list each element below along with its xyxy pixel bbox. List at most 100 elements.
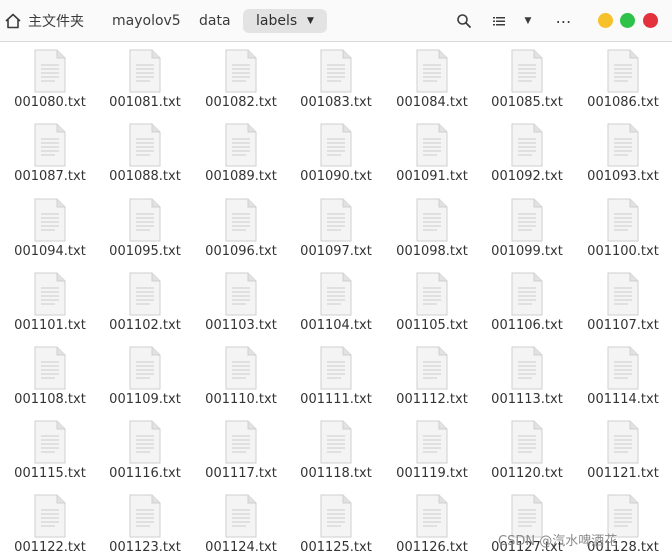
file-item[interactable]: 001109.txt (97, 340, 193, 414)
file-item[interactable]: 001117.txt (193, 414, 289, 488)
file-item[interactable]: 001121.txt (575, 414, 671, 488)
breadcrumb-home[interactable]: 主文件夹 (0, 7, 100, 35)
file-item[interactable]: 001102.txt (97, 266, 193, 340)
header-bar: 主文件夹 mayolov5 data labels ▼ ▼ ⋯ (0, 0, 672, 42)
file-item[interactable]: 001089.txt (193, 117, 289, 191)
file-name: 001106.txt (491, 318, 563, 333)
file-item[interactable]: 001104.txt (288, 266, 384, 340)
file-item[interactable]: 001113.txt (479, 340, 575, 414)
close-button[interactable] (643, 13, 658, 28)
file-item[interactable]: 001081.txt (97, 43, 193, 117)
file-name: 001093.txt (587, 169, 659, 184)
file-item[interactable]: 001115.txt (2, 414, 98, 488)
file-item[interactable]: 001096.txt (193, 192, 289, 266)
text-file-icon (225, 198, 257, 242)
text-file-icon (129, 420, 161, 464)
file-item[interactable]: 001090.txt (288, 117, 384, 191)
more-menu-icon: ⋯ (555, 11, 573, 31)
text-file-icon (416, 346, 448, 390)
file-name: 001090.txt (300, 169, 372, 184)
file-name: 001120.txt (491, 466, 563, 481)
file-item[interactable]: 001087.txt (2, 117, 98, 191)
text-file-icon (34, 420, 66, 464)
file-item[interactable]: 001088.txt (97, 117, 193, 191)
file-item[interactable]: 001110.txt (193, 340, 289, 414)
text-file-icon (225, 346, 257, 390)
text-file-icon (34, 272, 66, 316)
text-file-icon (225, 494, 257, 538)
list-view-button[interactable] (488, 10, 510, 32)
file-item[interactable]: 001107.txt (575, 266, 671, 340)
file-item[interactable]: 001122.txt (2, 488, 98, 558)
file-name: 001109.txt (109, 392, 181, 407)
breadcrumb-item-data[interactable]: data (199, 9, 231, 33)
file-grid: 001080.txt 001081.txt 001082.txt 001083.txt… (0, 43, 672, 558)
breadcrumb-item-mayolov5[interactable]: mayolov5 (112, 9, 181, 33)
file-item[interactable]: 001094.txt (2, 192, 98, 266)
file-item[interactable]: 001108.txt (2, 340, 98, 414)
file-item[interactable]: 001103.txt (193, 266, 289, 340)
text-file-icon (511, 123, 543, 167)
text-file-icon (225, 123, 257, 167)
file-item[interactable]: 001111.txt (288, 340, 384, 414)
file-item[interactable]: 001092.txt (479, 117, 575, 191)
file-name: 001082.txt (205, 95, 277, 110)
maximize-button[interactable] (620, 13, 635, 28)
chevron-down-icon: ▼ (307, 16, 314, 26)
file-item[interactable]: 001100.txt (575, 192, 671, 266)
breadcrumb-item-labels[interactable]: labels ▼ (243, 9, 327, 33)
file-name: 001118.txt (300, 466, 372, 481)
file-item[interactable]: 001084.txt (384, 43, 480, 117)
file-item[interactable]: 001118.txt (288, 414, 384, 488)
file-item[interactable]: 001126.txt (384, 488, 480, 558)
text-file-icon (416, 49, 448, 93)
file-name: 001126.txt (396, 540, 468, 555)
file-name: 001089.txt (205, 169, 277, 184)
text-file-icon (607, 272, 639, 316)
more-menu-button[interactable]: ⋯ (553, 10, 575, 32)
file-item[interactable]: 001095.txt (97, 192, 193, 266)
minimize-button[interactable] (598, 13, 613, 28)
file-item[interactable]: 001093.txt (575, 117, 671, 191)
file-item[interactable]: 001091.txt (384, 117, 480, 191)
text-file-icon (320, 198, 352, 242)
text-file-icon (129, 346, 161, 390)
file-name: 001087.txt (14, 169, 86, 184)
text-file-icon (511, 346, 543, 390)
file-item[interactable]: 001085.txt (479, 43, 575, 117)
file-name: 001123.txt (109, 540, 181, 555)
file-item[interactable]: 001120.txt (479, 414, 575, 488)
file-item[interactable]: 001098.txt (384, 192, 480, 266)
file-name: 001110.txt (205, 392, 277, 407)
file-item[interactable]: 001106.txt (479, 266, 575, 340)
file-item[interactable]: 001124.txt (193, 488, 289, 558)
file-item[interactable]: 001082.txt (193, 43, 289, 117)
text-file-icon (416, 420, 448, 464)
file-name: 001119.txt (396, 466, 468, 481)
file-name: 001121.txt (587, 466, 659, 481)
text-file-icon (607, 49, 639, 93)
file-item[interactable]: 001101.txt (2, 266, 98, 340)
text-file-icon (225, 272, 257, 316)
file-item[interactable]: 001125.txt (288, 488, 384, 558)
file-item[interactable]: 001086.txt (575, 43, 671, 117)
file-name: 001124.txt (205, 540, 277, 555)
file-item[interactable]: 001099.txt (479, 192, 575, 266)
search-button[interactable] (453, 10, 475, 32)
file-item[interactable]: 001123.txt (97, 488, 193, 558)
file-item[interactable]: 001083.txt (288, 43, 384, 117)
file-name: 001080.txt (14, 95, 86, 110)
text-file-icon (511, 198, 543, 242)
file-name: 001092.txt (491, 169, 563, 184)
file-item[interactable]: 001119.txt (384, 414, 480, 488)
file-name: 001094.txt (14, 244, 86, 259)
file-item[interactable]: 001112.txt (384, 340, 480, 414)
file-item[interactable]: 001097.txt (288, 192, 384, 266)
file-name: 001104.txt (300, 318, 372, 333)
file-item[interactable]: 001080.txt (2, 43, 98, 117)
view-options-button[interactable]: ▼ (517, 10, 539, 32)
file-item[interactable]: 001114.txt (575, 340, 671, 414)
file-item[interactable]: 001116.txt (97, 414, 193, 488)
file-name: 001108.txt (14, 392, 86, 407)
file-item[interactable]: 001105.txt (384, 266, 480, 340)
